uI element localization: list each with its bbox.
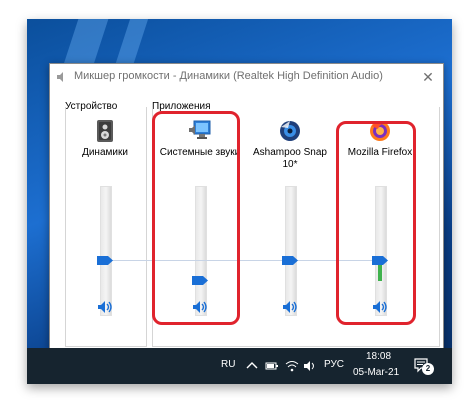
mute-speaker-icon[interactable] [282,300,298,314]
speaker-device-icon [97,120,113,142]
chevron-up-icon[interactable] [245,359,259,373]
volume-slider-thumb[interactable] [192,276,208,285]
language-indicator-short[interactable]: RU [221,359,235,370]
volume-slider-thumb[interactable] [282,256,298,265]
battery-icon[interactable] [265,359,279,373]
volume-slider-track[interactable] [100,186,112,316]
desktop-background: Микшер громкости - Динамики (Realtek Hig… [27,19,452,384]
mute-speaker-icon[interactable] [97,300,113,314]
firefox-icon [370,121,390,141]
master-level-line [106,260,386,261]
clock-date[interactable]: 05-Mar-21 [353,367,399,378]
close-button[interactable]: ✕ [419,68,437,86]
channel-name: Mozilla Firefox [347,147,413,158]
notification-center-button[interactable]: 2 [413,357,434,375]
mute-speaker-icon[interactable] [372,300,388,314]
notification-count-badge: 2 [422,363,434,375]
system-sounds-icon [189,120,211,139]
volume-icon[interactable] [303,359,317,373]
language-indicator[interactable]: РУС [324,359,344,370]
wifi-icon[interactable] [285,359,299,373]
window-title: Микшер громкости - Динамики (Realtek Hig… [74,70,383,82]
clock-time[interactable]: 18:08 [366,351,391,362]
volume-slider-thumb[interactable] [97,256,113,265]
volume-slider-track[interactable] [195,186,207,316]
channel-name: Динамики [82,147,128,158]
volume-slider-track[interactable] [375,186,387,316]
channel-name: Ashampoo Snap 10* [253,147,327,170]
volume-slider-track[interactable] [285,186,297,316]
window-titlebar: Микшер громкости - Динамики (Realtek Hig… [50,64,443,90]
channel-name: Системные звуки [159,147,241,158]
speaker-title-icon [57,72,63,82]
mute-speaker-icon[interactable] [192,300,208,314]
ashampoo-snap-icon [280,121,300,141]
volume-slider-thumb[interactable] [372,256,388,265]
taskbar: RU РУС 18:08 05-Mar-21 2 [27,348,452,384]
firefox-peak-meter [378,265,382,281]
volume-mixer-window: Микшер громкости - Динамики (Realtek Hig… [49,63,444,351]
